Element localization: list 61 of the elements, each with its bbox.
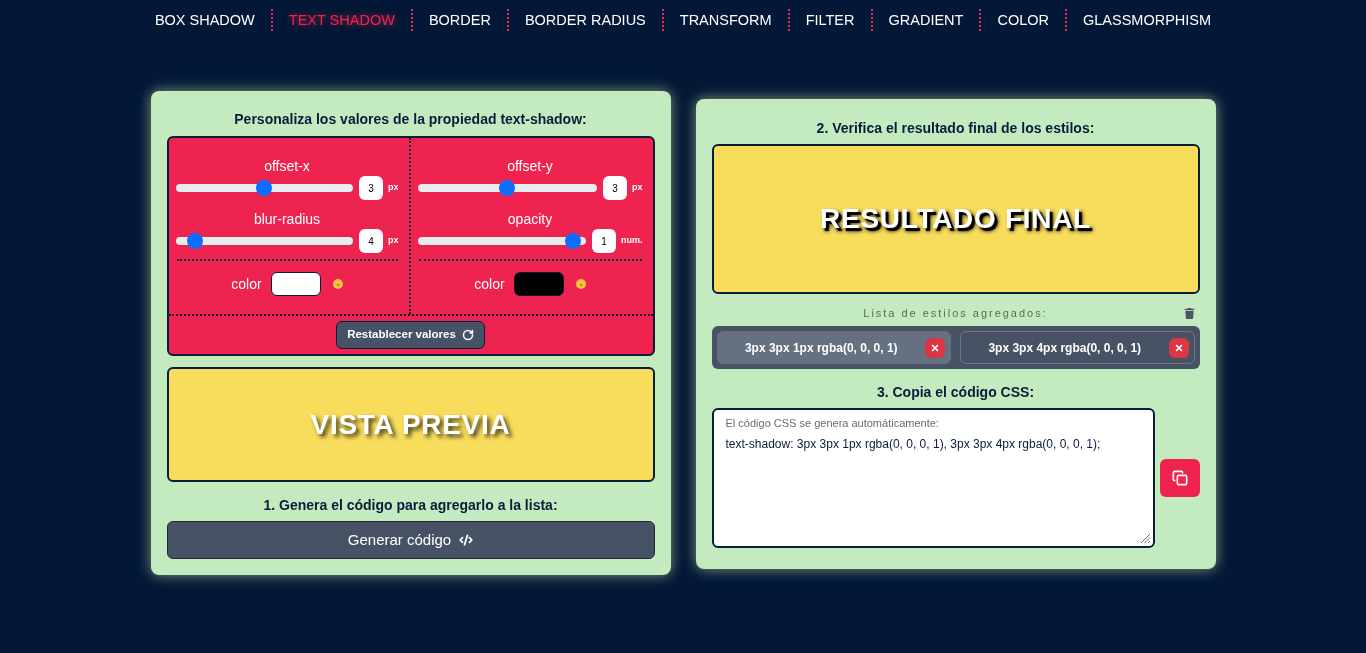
slider-thumb[interactable] [186,233,203,249]
slider-label: offset-y [507,158,553,174]
list-label: Lista de estilos agregados: [863,306,1048,321]
copy-button[interactable] [1159,459,1200,497]
unit-label: px [388,181,399,195]
slider-label: offset-x [264,158,310,174]
rotate-arrow-icon [461,329,474,341]
hint-dot-icon [575,279,586,289]
trash-icon[interactable] [1183,307,1195,319]
nav-link[interactable]: FILTER [805,9,855,31]
color-picker[interactable] [270,272,321,296]
nav-link[interactable]: TEXT SHADOW [288,9,395,31]
hint-dot-icon [332,279,343,289]
number-field[interactable]: 3 [359,176,383,200]
textarea-value: text-shadow: 3px 3px 1px rgba(0, 0, 0, 1), 3px 3px 4px rgba(0, 0, 0, 1); [725,436,1102,452]
nav-link[interactable]: BOX SHADOW [154,9,255,31]
remove-button[interactable] [1168,337,1189,358]
chip-text: 3px 3px 4px rgba(0, 0, 0, 1) [987,339,1143,357]
slider-label: opacity [507,211,553,227]
style-chip[interactable]: 3px 3px 1px rgba(0, 0, 0, 1) [716,331,951,364]
slider-track[interactable] [417,180,597,196]
unit-label: num. [621,234,643,248]
remove-button[interactable] [925,337,945,358]
slider-track[interactable] [175,180,353,196]
slider-track[interactable] [175,233,353,249]
chip-text: 3px 3px 1px rgba(0, 0, 0, 1) [743,339,899,357]
nav-link[interactable]: COLOR [997,9,1049,31]
slider-thumb[interactable] [499,180,516,196]
slider-thumb[interactable] [256,180,273,196]
generate-button[interactable]: Generar código [166,521,655,559]
code-textarea[interactable]: El código CSS se genera automáticamente: text-shadow: 3px 3px 1px rgba(0, 0, 0, 1), 3px 3px 4px rgba(0, 0, 0, 1); [711,408,1155,548]
nav-link[interactable]: GRADIENT [888,9,964,31]
step-label: 3. Copia el código CSS: [875,384,1036,400]
floating-label: El código CSS se genera automáticamente: [725,416,940,430]
nav-link[interactable]: GLASSMORPHISM [1083,9,1212,31]
unit-label: px [388,234,399,248]
close-icon [1173,342,1184,353]
step-label: 2. Verifica el resultado final de los estilos: [815,120,1096,136]
color-label: color [231,274,262,294]
color-picker[interactable] [513,272,564,296]
nav-link[interactable]: BORDER [428,9,491,31]
unit-label: px [632,181,643,195]
slider-label: blur-radius [253,211,321,227]
nav-link[interactable]: BORDER RADIUS [524,9,646,31]
preview-text: VISTA PREVIA [310,407,511,442]
code-icon [459,533,474,547]
nav-link[interactable]: TRANSFORM [679,9,772,31]
panel-title: Personaliza los valores de la propiedad text-shadow: [233,111,588,127]
copy-icon [1171,470,1188,486]
step-label: 1. Genera el código para agregarlo a la lista: [262,497,559,513]
resize-grip-icon[interactable] [1139,533,1151,544]
result-text: RESULTADO FINAL [820,202,1091,236]
number-field[interactable]: 3 [603,176,627,200]
slider-thumb[interactable] [565,233,582,249]
number-field[interactable]: 4 [359,229,383,253]
color-label: color [474,274,505,294]
number-field[interactable]: 1 [592,229,616,253]
close-icon [930,342,940,353]
slider-track[interactable] [417,233,586,249]
style-chip[interactable]: 3px 3px 4px rgba(0, 0, 0, 1) [960,331,1195,364]
reset-button[interactable]: Restablecer valores [336,321,485,349]
